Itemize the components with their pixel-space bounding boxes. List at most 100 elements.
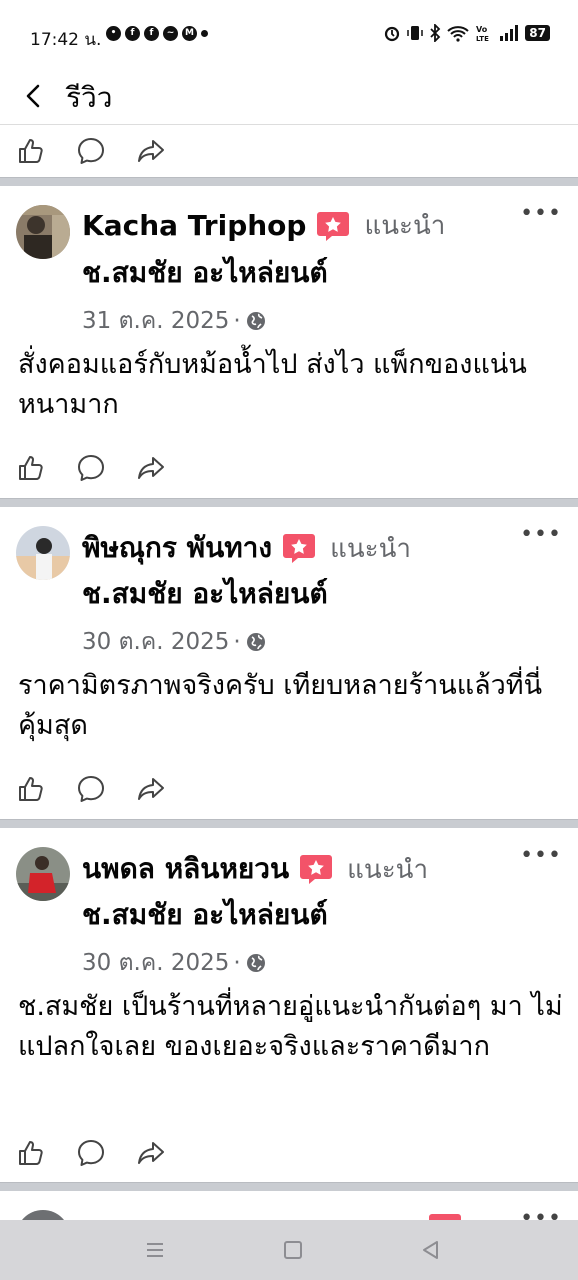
meta-separator: ·: [233, 950, 241, 976]
meta-separator: ·: [233, 629, 241, 655]
battery-icon: 87: [525, 25, 550, 41]
vibrate-icon: [407, 26, 424, 40]
share-icon: [138, 778, 164, 800]
svg-text:LTE: LTE: [476, 35, 489, 42]
recommend-icon: [429, 1214, 461, 1220]
action-row: [0, 762, 578, 816]
triangle-back-icon: [423, 1241, 438, 1259]
avatar[interactable]: [16, 1210, 70, 1220]
volte-icon: VoLTE: [476, 25, 489, 42]
app-header: รีวิว: [0, 72, 578, 125]
share-button[interactable]: [136, 774, 166, 804]
bluetooth-icon: [430, 24, 441, 42]
reviewed-page-name[interactable]: ช.สมชัย อะไหล่ยนต์: [82, 251, 328, 295]
review-meta: 31 ต.ค. 2025 ·: [82, 303, 267, 339]
share-button[interactable]: [136, 1138, 166, 1168]
more-options-button[interactable]: •••: [520, 845, 562, 867]
action-row: [0, 124, 578, 178]
recommend-label: แนะนำ: [330, 533, 411, 564]
notification-icons: • f f ~ M: [106, 26, 208, 41]
like-icon: [19, 1141, 43, 1165]
review-meta: 30 ต.ค. 2025 ·: [82, 945, 267, 981]
square-icon: [284, 1241, 302, 1259]
share-icon: [138, 140, 164, 162]
comment-button[interactable]: [76, 1138, 106, 1168]
home-button[interactable]: [281, 1238, 305, 1262]
messenger-icon: ~: [163, 26, 178, 41]
comment-icon: [78, 455, 104, 481]
review-text: ราคามิตรภาพจริงครับ เทียบหลายร้านแล้วที่…: [18, 670, 543, 741]
globe-icon: [246, 633, 265, 651]
menu-lines-icon: [147, 1243, 163, 1257]
signal-icon: [500, 25, 519, 41]
review-date: 30 ต.ค. 2025: [82, 950, 230, 976]
system-back-button[interactable]: [419, 1238, 443, 1262]
like-button[interactable]: [16, 1138, 46, 1168]
gmail-icon: M: [182, 26, 197, 41]
more-options-button[interactable]: •••: [520, 203, 562, 225]
review-date: 30 ต.ค. 2025: [82, 629, 230, 655]
comment-icon: [78, 1140, 104, 1166]
like-icon: [19, 777, 43, 801]
meta-separator: ·: [233, 308, 241, 334]
more-options-button[interactable]: •••: [520, 524, 562, 546]
avatar[interactable]: [16, 847, 70, 901]
more-notifications-dot-icon: [201, 30, 208, 37]
recommend-label: แนะนำ: [347, 854, 429, 885]
review-card: พิษณุกร พันทาง แนะนำ ช.สมชัย อะไหล่ยนต์ …: [0, 506, 578, 819]
system-navigation-bar: [0, 1220, 578, 1280]
chat-bubble-icon: •: [106, 26, 121, 41]
reviewer-line: พิษณุกร พันทาง แนะนำ: [82, 526, 411, 570]
action-row: [0, 1126, 578, 1180]
globe-icon: [246, 312, 265, 330]
comment-button[interactable]: [76, 136, 106, 166]
comment-button[interactable]: [76, 774, 106, 804]
like-button[interactable]: [16, 774, 46, 804]
reviewer-line: นพดล หลินหยวน แนะนำ: [82, 847, 428, 891]
like-icon: [19, 139, 43, 163]
svg-text:Vo: Vo: [476, 25, 488, 34]
comment-icon: [78, 776, 104, 802]
like-icon: [19, 456, 43, 480]
like-button[interactable]: [16, 453, 46, 483]
review-card: Kacha Triphop แนะนำ ช.สมชัย อะไหล่ยนต์ 3…: [0, 185, 578, 498]
avatar[interactable]: [16, 205, 70, 259]
avatar[interactable]: [16, 526, 70, 580]
review-text: สั่งคอมแอร์กับหม้อน้ำไป ส่งไว แพ็กของแน่…: [18, 349, 527, 420]
reviewer-line: Kacha Triphop แนะนำ: [82, 205, 445, 246]
comment-button[interactable]: [76, 453, 106, 483]
review-date: 31 ต.ค. 2025: [82, 308, 230, 334]
reviewed-page-name[interactable]: ช.สมชัย อะไหล่ยนต์: [82, 893, 328, 937]
share-button[interactable]: [136, 136, 166, 166]
review-card: นพดล หลินหยวน แนะนำ ช.สมชัย อะไหล่ยนต์ 3…: [0, 827, 578, 1182]
share-icon: [138, 1142, 164, 1164]
review-text: ช.สมชัย เป็นร้านที่หลายอู่แนะนำกันต่อๆ ม…: [18, 991, 563, 1062]
review-meta: 30 ต.ค. 2025 ·: [82, 624, 267, 660]
recommend-icon: [317, 211, 350, 241]
recommend-icon: [283, 534, 316, 563]
globe-icon: [246, 954, 265, 972]
chevron-left-icon: [26, 84, 40, 108]
wifi-icon: [447, 26, 469, 42]
recommend-label: แนะนำ: [364, 211, 446, 241]
share-icon: [138, 457, 164, 479]
review-card: •••: [0, 1190, 578, 1220]
alarm-icon: [385, 26, 400, 42]
reviewer-name[interactable]: Kacha Triphop: [82, 209, 306, 242]
reviewed-page-name[interactable]: ช.สมชัย อะไหล่ยนต์: [82, 572, 328, 616]
like-button[interactable]: [16, 136, 46, 166]
comment-icon: [78, 138, 104, 164]
status-bar: 17:42 น. • f f ~ M Vo LTE 87: [0, 0, 578, 72]
page-title: รีวิว: [66, 81, 113, 114]
recommend-icon: [300, 855, 333, 884]
system-icons: Vo LTE 87: [383, 24, 550, 42]
share-button[interactable]: [136, 453, 166, 483]
facebook-icon: f: [125, 26, 140, 41]
reviewer-name[interactable]: นพดล หลินหยวน: [82, 847, 289, 891]
action-row: [0, 441, 578, 495]
facebook-icon: f: [144, 26, 159, 41]
recent-apps-button[interactable]: [143, 1238, 167, 1262]
back-button[interactable]: [18, 78, 54, 114]
status-time: 17:42 น.: [30, 30, 102, 50]
reviewer-name[interactable]: พิษณุกร พันทาง: [82, 526, 272, 570]
